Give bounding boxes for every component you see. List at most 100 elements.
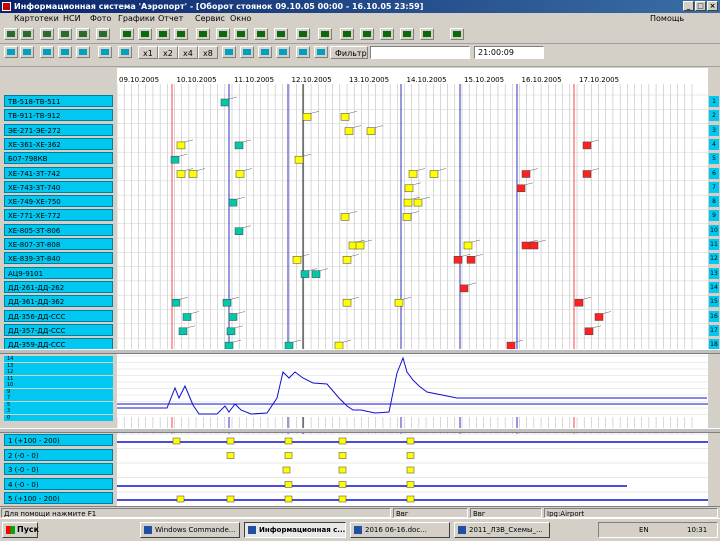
menu-help[interactable]: Помощь	[650, 13, 684, 25]
table-button[interactable]	[20, 28, 34, 40]
task-info-system[interactable]: Информационная с...	[244, 522, 346, 538]
crew-button[interactable]	[174, 28, 188, 40]
forward-button[interactable]	[20, 46, 34, 58]
stand-row-label[interactable]: ТВ-518-ТВ-511	[4, 95, 113, 107]
tree-button[interactable]	[58, 46, 72, 58]
maximize-button[interactable]: □	[695, 1, 706, 11]
zoom-x4-button[interactable]: x4	[178, 46, 198, 59]
gate-block	[282, 466, 291, 474]
gate-row-label[interactable]: 5 (+100 - 200)	[4, 492, 113, 504]
start-button[interactable]: Пуск	[2, 522, 39, 538]
date-label: 14.10.2005	[407, 76, 447, 84]
scale-button[interactable]	[98, 46, 112, 58]
schedule-button[interactable]	[196, 28, 210, 40]
stand-row-label[interactable]: Б07-798КВ	[4, 152, 113, 165]
menu-report[interactable]: Отчет	[158, 13, 183, 25]
stand-row-label[interactable]: ДД-356-ДД-ССС	[4, 309, 113, 322]
stand-row-label[interactable]: ХЕ-741-ЗТ-742	[4, 166, 113, 179]
refresh-button[interactable]	[420, 28, 434, 40]
stand-row-label[interactable]: ТВ-911-ТВ-912	[4, 109, 113, 122]
zoom-x1-button[interactable]: x1	[138, 46, 158, 59]
cargo-button[interactable]	[234, 28, 248, 40]
stand-row-label[interactable]: ДД-357-ДД-ССС	[4, 323, 113, 336]
date-label: 11.10.2005	[234, 76, 274, 84]
print-button[interactable]	[58, 28, 72, 40]
gate-block	[406, 495, 415, 503]
archive-button[interactable]	[450, 28, 464, 40]
doc-button[interactable]	[296, 28, 310, 40]
card-button[interactable]	[40, 28, 54, 40]
export-button[interactable]	[76, 28, 90, 40]
gate-row-label[interactable]: 4 (-0 - 0)	[4, 477, 113, 490]
row-number: 16	[709, 310, 719, 322]
stand-row-label[interactable]: АЦ9-9101	[4, 266, 113, 279]
date-label: 13.10.2005	[349, 76, 389, 84]
split-button[interactable]	[76, 46, 90, 58]
stats-button[interactable]	[318, 28, 332, 40]
menu-graphs[interactable]: Графики	[118, 13, 155, 25]
stand-row-label[interactable]: ХЕ-743-ЗТ-740	[4, 180, 113, 193]
grid-button[interactable]	[40, 46, 54, 58]
lock-button[interactable]	[340, 28, 354, 40]
back-button[interactable]	[4, 46, 18, 58]
gate-row-label[interactable]: 2 (-0 - 0)	[4, 448, 113, 461]
open-button[interactable]	[4, 28, 18, 40]
zoom-x2-button[interactable]: x2	[158, 46, 178, 59]
stand-row-label[interactable]: ХЕ-771-ХЕ-772	[4, 209, 113, 222]
gantt-chart[interactable]: 09.10.2005 10.10.2005 11.10.2005 12.10.2005…	[116, 68, 708, 507]
flag2-button[interactable]	[240, 46, 254, 58]
color-button[interactable]	[222, 46, 236, 58]
task-windows-commander[interactable]: Windows Commande...	[140, 522, 240, 538]
flight-block	[344, 127, 354, 135]
splitter-upper[interactable]	[0, 349, 720, 354]
word-icon	[354, 526, 362, 534]
print2-button[interactable]	[296, 46, 310, 58]
toolbar-main	[0, 26, 720, 44]
list-button[interactable]	[96, 28, 110, 40]
stand-row-label[interactable]: ХЕ-805-ЗТ-806	[4, 223, 113, 236]
gate-row-label[interactable]: 3 (-0 - 0)	[4, 463, 113, 475]
menu-nsi[interactable]: НСИ	[63, 13, 81, 25]
hide-button[interactable]	[314, 46, 328, 58]
check-button[interactable]	[360, 28, 374, 40]
menu-window[interactable]: Окно	[230, 13, 251, 25]
row-number: 15	[709, 296, 719, 308]
splitter-lower[interactable]	[0, 428, 720, 433]
flag-button[interactable]	[380, 28, 394, 40]
copy-button[interactable]	[276, 46, 290, 58]
menu-photo[interactable]: Фото	[90, 13, 111, 25]
stand-row-label[interactable]: ДД-361-ДД-362	[4, 295, 113, 308]
stand-row-label[interactable]: ЭЕ-271-ЭЕ-272	[4, 123, 113, 136]
tool-button[interactable]	[400, 28, 414, 40]
minimize-button[interactable]: _	[683, 1, 694, 11]
flight-button[interactable]	[216, 28, 230, 40]
filter-field[interactable]	[370, 46, 470, 59]
windows-logo-icon	[6, 526, 15, 534]
flight-leader	[471, 239, 481, 243]
close-button[interactable]: ×	[707, 1, 718, 11]
app-icon[interactable]	[2, 2, 11, 11]
gate-button[interactable]	[156, 28, 170, 40]
filter-button[interactable]: Фильтр	[330, 46, 368, 59]
load-scale-label: 7	[4, 395, 113, 401]
menu-service[interactable]: Сервис	[195, 13, 225, 25]
gate-row-label[interactable]: 1 (+100 - 200)	[4, 434, 113, 446]
plane-button[interactable]	[120, 28, 134, 40]
move-left-button[interactable]	[118, 46, 132, 58]
menu-cards[interactable]: Картотеки	[14, 13, 59, 25]
task-doc[interactable]: 2016 06-16.doc...	[350, 522, 450, 538]
stand-button[interactable]	[138, 28, 152, 40]
stand-row-label[interactable]: ХЕ-361-ХЕ-362	[4, 137, 113, 150]
move-button[interactable]	[274, 28, 288, 40]
language-indicator[interactable]: EN	[639, 523, 649, 537]
stand-row-label[interactable]: ХЕ-839-ЗТ-840	[4, 252, 113, 265]
task-schemes[interactable]: 2011_ЛЗВ_Схемы_...	[454, 522, 550, 538]
stand-row-label[interactable]: ХЕ-807-ЗТ-808	[4, 238, 113, 250]
stand-row-label[interactable]: ДД-261-ДД-262	[4, 280, 113, 293]
time-field[interactable]: 21:00:09	[474, 46, 544, 59]
zoom-x8-button[interactable]: x8	[198, 46, 218, 59]
edit-button[interactable]	[258, 46, 272, 58]
people-button[interactable]	[254, 28, 268, 40]
gate-block	[406, 452, 415, 459]
stand-row-label[interactable]: ХЕ-749-ХЕ-750	[4, 195, 113, 208]
